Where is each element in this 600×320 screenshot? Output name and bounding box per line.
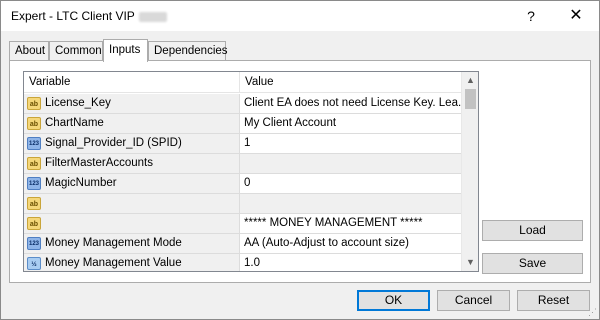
double-type-icon: ½ xyxy=(27,257,41,270)
value-cell[interactable]: My Client Account xyxy=(240,114,461,134)
variable-cell: ab License_Key xyxy=(24,94,240,114)
variable-cell: 123 MagicNumber xyxy=(24,174,240,194)
string-type-icon: ab xyxy=(27,117,41,130)
variable-cell: 123 Money Management Mode xyxy=(24,234,240,254)
window-title-text: Expert - LTC Client VIP xyxy=(11,9,135,23)
variable-name: ChartName xyxy=(45,117,104,129)
window-title: Expert - LTC Client VIP xyxy=(11,9,167,23)
tab-common[interactable]: Common xyxy=(49,41,103,61)
string-type-icon: ab xyxy=(27,217,41,230)
variable-cell: ab ChartName xyxy=(24,114,240,134)
tab-inputs[interactable]: Inputs xyxy=(103,39,148,62)
integer-type-icon: 123 xyxy=(27,177,41,190)
string-type-icon: ab xyxy=(27,97,41,110)
table-row[interactable]: 123 MagicNumber 0 xyxy=(24,174,461,194)
table-row[interactable]: ½ Money Management Value 1.0 xyxy=(24,254,461,271)
value-cell[interactable]: Client EA does not need License Key. Lea… xyxy=(240,94,461,114)
vertical-scrollbar[interactable]: ▲ ▼ xyxy=(461,72,478,271)
close-button[interactable]: ✕ xyxy=(553,1,599,31)
variable-name: Signal_Provider_ID (SPID) xyxy=(45,137,182,149)
variable-name: Money Management Mode xyxy=(45,237,182,249)
table-row[interactable]: ab xyxy=(24,194,461,214)
value-cell[interactable] xyxy=(240,154,461,174)
title-bar[interactable]: Expert - LTC Client VIP ? ✕ xyxy=(1,1,599,31)
expert-dialog: Expert - LTC Client VIP ? ✕ About Common… xyxy=(0,0,600,320)
table-row[interactable]: 123 Signal_Provider_ID (SPID) 1 xyxy=(24,134,461,154)
reset-button[interactable]: Reset xyxy=(517,290,590,311)
load-button[interactable]: Load xyxy=(482,220,583,241)
table-row[interactable]: 123 Money Management Mode AA (Auto-Adjust… xyxy=(24,234,461,254)
inputs-panel: Variable Value ab License_Key Client EA d… xyxy=(9,60,591,283)
column-header-variable[interactable]: Variable xyxy=(24,72,240,93)
variable-name: Money Management Value xyxy=(45,257,182,269)
integer-type-icon: 123 xyxy=(27,237,41,250)
value-cell[interactable] xyxy=(240,194,461,214)
string-type-icon: ab xyxy=(27,157,41,170)
save-button[interactable]: Save xyxy=(482,253,583,274)
cancel-button[interactable]: Cancel xyxy=(437,290,510,311)
value-cell[interactable]: 1 xyxy=(240,134,461,154)
redacted-account-blur xyxy=(138,11,167,22)
value-cell[interactable]: 0 xyxy=(240,174,461,194)
table-row[interactable]: ab ***** MONEY MANAGEMENT ***** xyxy=(24,214,461,234)
value-cell[interactable]: AA (Auto-Adjust to account size) xyxy=(240,234,461,254)
table-row[interactable]: ab ChartName My Client Account xyxy=(24,114,461,134)
grid-header: Variable Value xyxy=(24,72,461,93)
variable-cell: 123 Signal_Provider_ID (SPID) xyxy=(24,134,240,154)
variable-cell: ab xyxy=(24,194,240,214)
variable-cell: ab xyxy=(24,214,240,234)
value-cell[interactable]: ***** MONEY MANAGEMENT ***** xyxy=(240,214,461,234)
resize-grip-icon[interactable]: ⋰ xyxy=(587,307,597,317)
tab-dependencies[interactable]: Dependencies xyxy=(148,41,228,61)
ok-button[interactable]: OK xyxy=(357,290,430,311)
variable-cell: ab FilterMasterAccounts xyxy=(24,154,240,174)
column-header-value[interactable]: Value xyxy=(240,72,461,93)
scroll-down-arrow-icon[interactable]: ▼ xyxy=(462,254,478,271)
variable-name: MagicNumber xyxy=(45,177,117,189)
integer-type-icon: 123 xyxy=(27,137,41,150)
tab-about[interactable]: About xyxy=(9,41,49,61)
value-cell[interactable]: 1.0 xyxy=(240,254,461,271)
variable-name: FilterMasterAccounts xyxy=(45,157,154,169)
table-row[interactable]: ab License_Key Client EA does not need Li… xyxy=(24,94,461,114)
inputs-grid: Variable Value ab License_Key Client EA d… xyxy=(23,71,479,272)
variable-name: License_Key xyxy=(45,97,111,109)
variable-cell: ½ Money Management Value xyxy=(24,254,240,271)
help-button[interactable]: ? xyxy=(508,1,554,31)
scroll-up-arrow-icon[interactable]: ▲ xyxy=(462,72,478,89)
scroll-thumb[interactable] xyxy=(465,89,476,109)
table-row[interactable]: ab FilterMasterAccounts xyxy=(24,154,461,174)
string-type-icon: ab xyxy=(27,197,41,210)
